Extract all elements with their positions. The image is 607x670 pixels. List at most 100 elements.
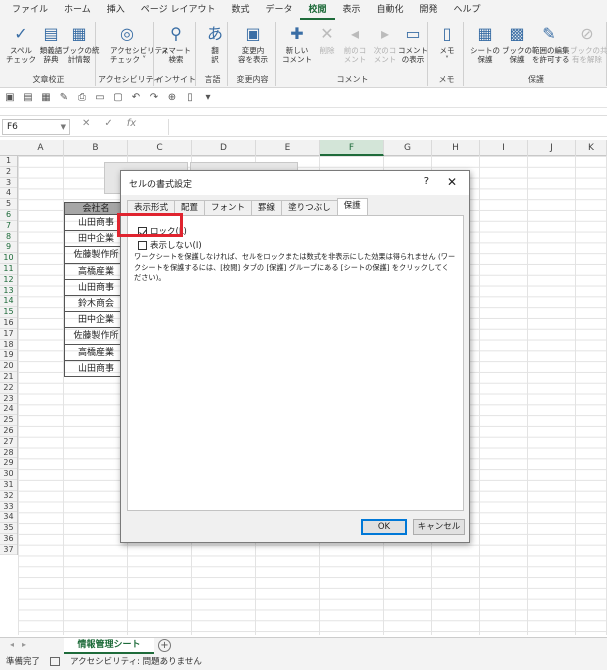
row-header[interactable]: 24 [0, 404, 17, 416]
ribbon-button[interactable]: ▯ メモ ˅ [430, 24, 464, 70]
insert-function-icon[interactable]: fx [127, 118, 136, 129]
accessibility-status[interactable]: アクセシビリティ: 問題ありません [70, 654, 202, 670]
company-cell[interactable]: 山田商事 [64, 279, 128, 296]
column-header[interactable]: G [384, 140, 432, 156]
macro-record-icon[interactable] [50, 657, 60, 666]
row-header[interactable]: 19 [0, 350, 17, 362]
form-icon[interactable]: ▦ [40, 92, 52, 103]
share-icon[interactable]: ⊕ [166, 92, 178, 103]
column-header[interactable]: A [18, 140, 64, 156]
dialog-tab[interactable]: 塗りつぶし [281, 200, 338, 215]
ribbon-button[interactable]: ◎ アクセシビリティ チェック ˅ [110, 24, 169, 70]
row-header[interactable]: 20 [0, 361, 17, 372]
ok-button[interactable]: OK [361, 519, 407, 535]
column-header[interactable]: B [64, 140, 128, 156]
ribbon-button[interactable]: ⚲ スマート 検索 [159, 24, 193, 70]
sheet-tab-active[interactable]: 情報管理シート [64, 638, 154, 654]
column-header[interactable]: I [480, 140, 528, 156]
row-header[interactable]: 32 [0, 491, 17, 502]
save-icon[interactable]: ▣ [4, 92, 16, 103]
row-header[interactable]: 2 [0, 167, 17, 178]
row-header[interactable]: 11 [0, 264, 17, 275]
ribbon-tab[interactable]: 表示 [335, 0, 369, 20]
ribbon-button[interactable]: ▭ コメント の表示 [396, 24, 430, 70]
ribbon-button[interactable]: ▦ ブックの統 計情報 [62, 24, 100, 70]
format-icon[interactable]: ▢ [112, 92, 124, 103]
company-cell[interactable]: 田中企業 [64, 312, 128, 329]
company-cell[interactable]: 山田商事 [64, 360, 128, 377]
row-header[interactable]: 6 [0, 210, 17, 221]
ribbon-button[interactable]: ▩ ブックの 保護 [500, 24, 534, 70]
confirm-entry-icon[interactable]: ✓ [104, 118, 112, 129]
column-header[interactable]: E [256, 140, 320, 156]
print-icon[interactable]: ▭ [94, 92, 106, 103]
row-header[interactable]: 18 [0, 340, 17, 351]
hidden-checkbox[interactable] [138, 240, 147, 250]
row-header[interactable]: 15 [0, 307, 17, 318]
ribbon-button[interactable]: ▣ 変更内 容を表示 [236, 24, 270, 70]
ribbon-tab[interactable]: 開発 [412, 0, 446, 20]
ribbon-tab[interactable]: 自動化 [369, 0, 412, 20]
row-header[interactable]: 27 [0, 437, 17, 448]
row-header[interactable]: 35 [0, 523, 17, 534]
ribbon-button[interactable]: ✓ スペル チェック [4, 24, 38, 70]
ribbon-button[interactable]: あ翻 訳 [198, 24, 232, 70]
row-header[interactable]: 13 [0, 286, 17, 297]
row-header[interactable]: 28 [0, 448, 17, 459]
row-header[interactable]: 36 [0, 534, 17, 545]
row-header[interactable]: 8 [0, 232, 17, 243]
undo-icon[interactable]: ↶ [130, 92, 142, 103]
row-header[interactable]: 7 [0, 221, 17, 232]
dialog-tab[interactable]: フォント [204, 200, 253, 215]
ribbon-button[interactable]: ✎ 範囲の編集 を許可する [532, 24, 570, 70]
dialog-tab[interactable]: 保護 [336, 198, 368, 215]
company-cell[interactable]: 高橋産業 [64, 344, 128, 361]
row-header[interactable]: 33 [0, 502, 17, 513]
column-header[interactable]: K [576, 140, 607, 156]
autosave-icon[interactable]: ▤ [22, 92, 34, 103]
sheet-nav-arrows-icon[interactable]: ◂▸ [10, 640, 34, 649]
ribbon-button[interactable]: ✚ 新しい コメント [280, 24, 314, 70]
company-cell[interactable]: 鈴木商会 [64, 295, 128, 313]
row-header[interactable]: 34 [0, 512, 17, 524]
ribbon-tab[interactable]: ファイル [4, 0, 56, 20]
name-box[interactable]: F6 ▼ [2, 119, 70, 135]
redo-icon[interactable]: ↷ [148, 92, 160, 103]
row-header[interactable]: 10 [0, 253, 17, 264]
company-cell[interactable]: 佐藤製作所 [64, 328, 128, 345]
edit-icon[interactable]: ✎ [58, 92, 70, 103]
row-header[interactable]: 14 [0, 296, 17, 308]
ribbon-button[interactable]: ▦ シートの 保護 [468, 24, 502, 70]
dialog-tab[interactable]: 罫線 [251, 200, 283, 215]
row-header[interactable]: 26 [0, 426, 17, 437]
row-header[interactable]: 29 [0, 458, 17, 470]
add-sheet-icon[interactable]: + [158, 639, 171, 652]
column-header[interactable]: H [432, 140, 480, 156]
row-header[interactable]: 25 [0, 415, 17, 426]
ribbon-tab[interactable]: データ [257, 0, 300, 20]
row-header[interactable]: 22 [0, 383, 17, 394]
ribbon-tab[interactable]: ヘルプ [446, 0, 489, 20]
close-icon[interactable]: ✕ [447, 175, 457, 189]
help-icon[interactable]: ? [424, 176, 429, 187]
row-header[interactable]: 31 [0, 480, 17, 491]
hidden-option[interactable]: 表示しない(I) [138, 239, 202, 251]
row-header[interactable]: 37 [0, 545, 17, 556]
ribbon-tab[interactable]: 校閲 [300, 0, 335, 20]
customize-qat-icon[interactable]: ▾ [202, 92, 214, 103]
column-header[interactable]: J [528, 140, 576, 156]
view-icon[interactable]: ▯ [184, 92, 196, 103]
row-header[interactable]: 1 [0, 156, 17, 167]
row-header[interactable]: 17 [0, 329, 17, 340]
ribbon-tab[interactable]: 挿入 [99, 0, 133, 20]
row-header[interactable]: 23 [0, 394, 17, 405]
ribbon-tab[interactable]: ホーム [56, 0, 99, 20]
formula-input[interactable] [168, 119, 605, 135]
column-header[interactable]: F [320, 140, 384, 156]
row-header[interactable]: 9 [0, 242, 17, 254]
ribbon-button[interactable]: ◂ 前のコ メント [338, 24, 372, 70]
row-header[interactable]: 21 [0, 372, 17, 383]
ribbon-tab[interactable]: ページ レイアウト [133, 0, 224, 20]
column-header[interactable]: D [192, 140, 256, 156]
company-cell[interactable]: 高橋産業 [64, 263, 128, 280]
